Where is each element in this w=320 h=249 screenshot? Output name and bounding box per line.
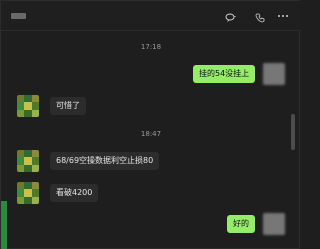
message-bubble-in[interactable]: 68/69空操数据利空止损80 [50, 152, 160, 170]
message-bubble-in[interactable]: 看破4200 [50, 184, 99, 202]
avatar[interactable] [17, 95, 39, 117]
blurred-title [11, 13, 26, 19]
avatar[interactable] [17, 150, 39, 172]
phone-icon[interactable] [255, 13, 265, 23]
chat-bubble-icon[interactable] [225, 13, 237, 22]
chat-window: 17:18 挂的54没挂上 可惜了 18:47 68/69空操数据利空止损80 … [0, 0, 301, 249]
message-bubble-out[interactable]: 挂的54没挂上 [193, 65, 256, 83]
avatar[interactable] [263, 63, 285, 85]
scrollbar[interactable] [291, 114, 295, 150]
timestamp: 17:18 [140, 43, 162, 51]
avatar[interactable] [17, 182, 39, 204]
message-bubble-in[interactable]: 可惜了 [50, 97, 86, 115]
chat-area[interactable]: 17:18 挂的54没挂上 可惜了 18:47 68/69空操数据利空止损80 … [1, 32, 301, 249]
message-bubble-out[interactable]: 好的 [227, 215, 255, 233]
timestamp: 18:47 [140, 130, 162, 138]
avatar[interactable] [263, 213, 285, 235]
more-icon[interactable] [277, 13, 289, 19]
chat-header [1, 1, 301, 31]
